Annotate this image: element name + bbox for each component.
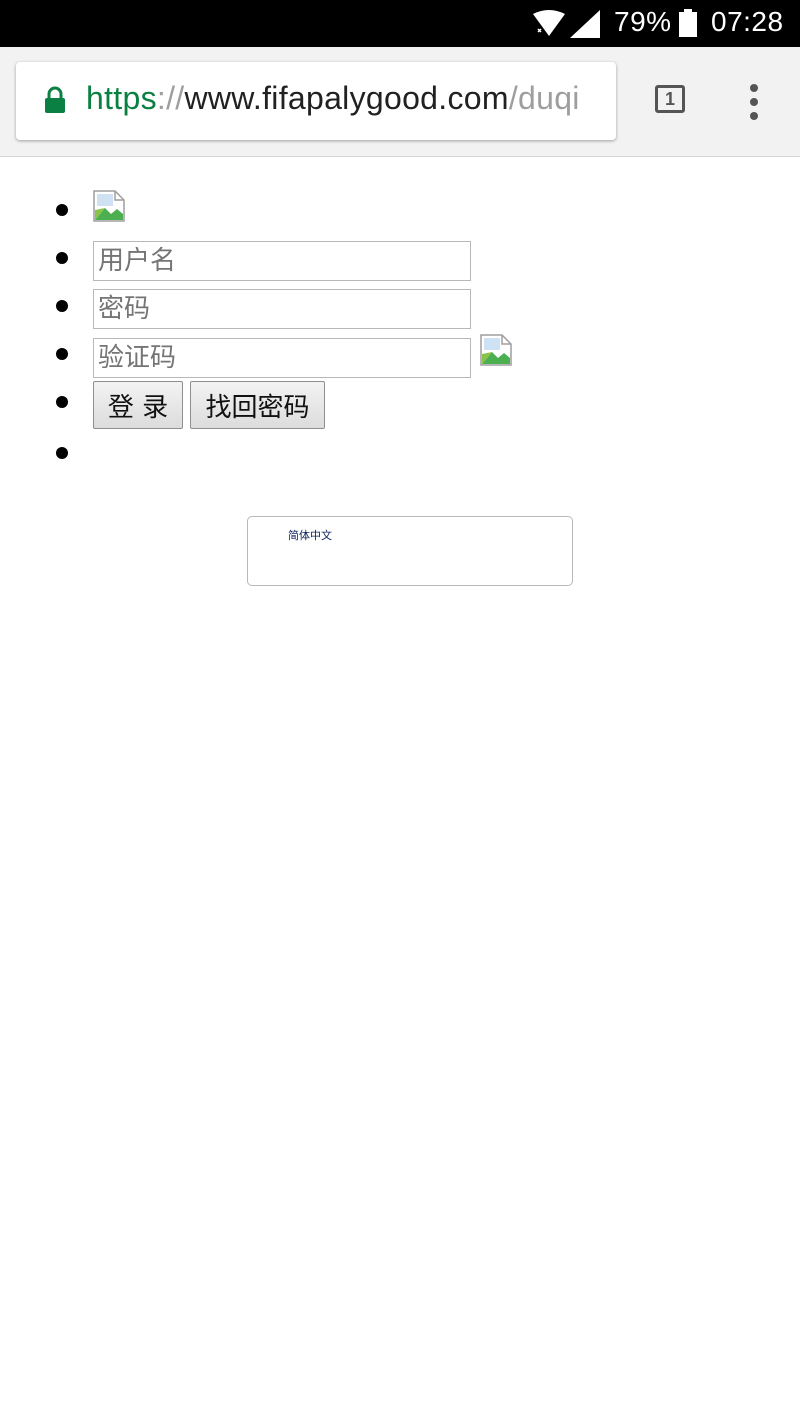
bullet bbox=[56, 447, 68, 459]
clock: 07:28 bbox=[711, 6, 784, 37]
battery-icon bbox=[679, 9, 697, 37]
captcha-field[interactable] bbox=[93, 338, 471, 378]
login-button[interactable]: 登 录 bbox=[93, 381, 183, 429]
browser-toolbar: https://www.fifapalygood.com/duqi 1 bbox=[0, 47, 800, 157]
captcha-image-icon[interactable] bbox=[480, 334, 512, 366]
cell-signal-icon bbox=[570, 10, 600, 38]
wifi-icon bbox=[533, 10, 565, 36]
username-field[interactable] bbox=[93, 241, 471, 281]
url-path: /duqi bbox=[508, 80, 580, 116]
recover-password-button[interactable]: 找回密码 bbox=[190, 381, 325, 429]
bullet bbox=[56, 348, 68, 360]
battery-percent: 79% bbox=[614, 6, 672, 37]
language-option[interactable]: 简体中文 bbox=[288, 527, 332, 543]
language-selector[interactable]: 简体中文 bbox=[247, 516, 573, 586]
tab-count: 1 bbox=[664, 88, 675, 109]
tab-switcher-button[interactable]: 1 bbox=[655, 85, 685, 113]
password-field[interactable] bbox=[93, 289, 471, 329]
bullet bbox=[56, 396, 68, 408]
url-text[interactable]: https://www.fifapalygood.com/duqi bbox=[86, 80, 580, 117]
address-bar[interactable]: https://www.fifapalygood.com/duqi bbox=[16, 62, 616, 140]
bullet bbox=[56, 252, 68, 264]
url-scheme: https bbox=[86, 80, 157, 116]
url-separator: :// bbox=[156, 80, 185, 116]
bullet bbox=[56, 204, 68, 216]
url-host: www.fifapalygood.com bbox=[184, 80, 509, 116]
bullet bbox=[56, 300, 68, 312]
status-bar: 79% 07:28 bbox=[0, 0, 800, 47]
lock-icon bbox=[45, 86, 65, 113]
overflow-menu-icon[interactable] bbox=[745, 84, 765, 120]
broken-image-icon bbox=[93, 190, 125, 222]
